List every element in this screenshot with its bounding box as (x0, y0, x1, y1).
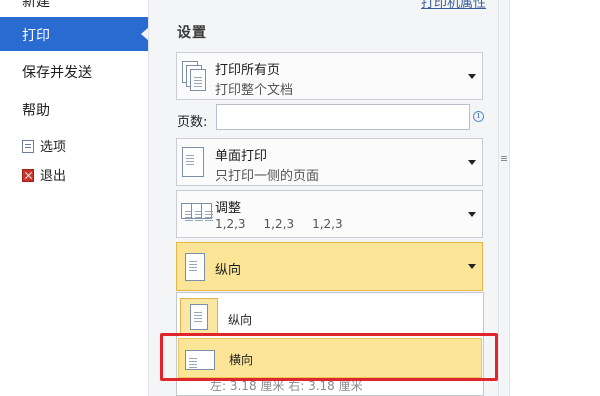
exit-icon (22, 169, 34, 182)
nav-item-print[interactable]: 打印 (0, 17, 149, 51)
collate-group: 1,2,3 (312, 217, 343, 231)
portrait-page-icon (185, 253, 211, 285)
nav-item-label: 选项 (40, 140, 67, 155)
chevron-down-icon (468, 160, 476, 165)
nav-item-label: 退出 (40, 169, 67, 184)
chevron-down-icon (468, 212, 476, 217)
nav-item-label: 打印 (22, 28, 50, 44)
portrait-icon (180, 298, 218, 336)
pane-splitter[interactable] (498, 0, 510, 396)
nav-item-exit[interactable]: 退出 (22, 165, 66, 184)
orientation-option-portrait[interactable]: 纵向 (178, 296, 482, 336)
nav-item-options[interactable]: 选项 (22, 136, 66, 155)
single-sided-icon (182, 147, 208, 179)
dropdown-main-text: 打印所有页 (215, 63, 281, 78)
printer-properties-link[interactable]: 打印机属性 (421, 0, 486, 11)
nav-item-help[interactable]: 帮助 (0, 100, 148, 122)
settings-heading: 设置 (177, 25, 207, 41)
nav-item-save-send[interactable]: 保存并发送 (0, 62, 148, 84)
collate-group: 1,2,3 (215, 217, 246, 231)
grip-icon (501, 156, 507, 157)
dropdown-main-text: 单面打印 (215, 149, 268, 164)
collate-dropdown[interactable]: 调整 1,2,3 1,2,3 1,2,3 (176, 190, 483, 238)
backstage-nav: 新建 打印 保存并发送 帮助 选项 退出 (0, 0, 149, 396)
nav-item-label: 新建 (22, 0, 50, 10)
chevron-down-icon (468, 74, 476, 79)
nav-item-new[interactable]: 新建 (0, 0, 148, 10)
nav-item-label: 帮助 (22, 103, 50, 119)
nav-item-label: 保存并发送 (22, 65, 92, 81)
dropdown-sub-text: 只打印一侧的页面 (215, 169, 320, 184)
print-range-dropdown[interactable]: 打印所有页 打印整个文档 (176, 52, 483, 100)
chevron-down-icon (468, 264, 476, 269)
annotation-highlight-box (160, 333, 498, 381)
pages-label: 页数: (177, 115, 208, 130)
sides-dropdown[interactable]: 单面打印 只打印一侧的页面 (176, 138, 483, 186)
multi-page-icon (182, 61, 208, 93)
options-icon (22, 140, 34, 153)
dropdown-main-text: 纵向 (215, 263, 242, 278)
dropdown-main-text: 调整 (215, 201, 242, 216)
orientation-dropdown[interactable]: 纵向 (176, 242, 483, 291)
collate-sequence: 1,2,3 1,2,3 1,2,3 (215, 217, 361, 231)
info-icon[interactable]: i (473, 111, 484, 122)
print-preview-area (510, 0, 600, 396)
collate-icon (181, 199, 213, 231)
dropdown-sub-text: 打印整个文档 (215, 83, 294, 98)
collate-group: 1,2,3 (263, 217, 295, 231)
option-label: 纵向 (228, 313, 253, 327)
pages-input[interactable] (216, 104, 470, 130)
